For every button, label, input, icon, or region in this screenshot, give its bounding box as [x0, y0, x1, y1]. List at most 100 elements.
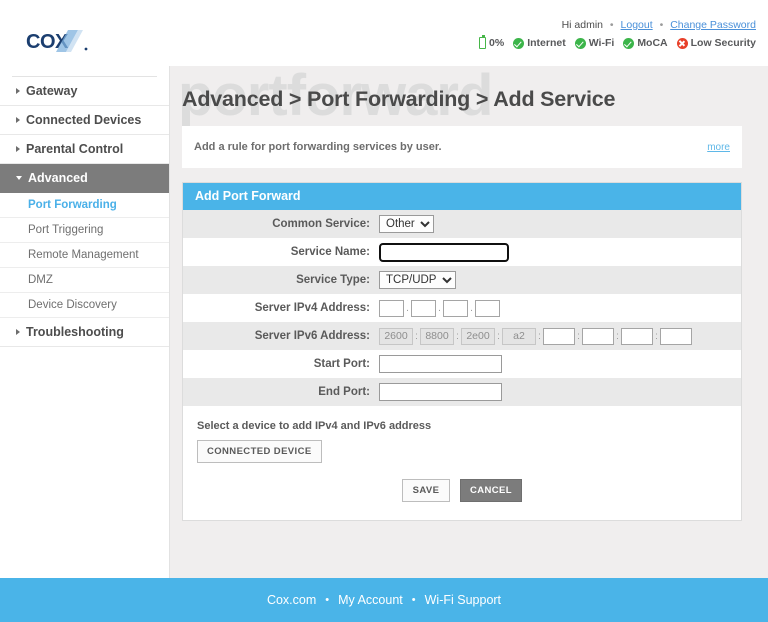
- check-circle-icon: [623, 37, 635, 49]
- chevron-right-icon: [16, 145, 20, 152]
- ipv6-group-8[interactable]: [660, 327, 692, 345]
- sidebar-item-dmz[interactable]: DMZ: [0, 268, 169, 293]
- sidebar-item-label: Device Discovery: [28, 299, 117, 311]
- status-security: Low Security: [676, 37, 756, 49]
- ipv6-separator: :: [538, 330, 541, 342]
- sidebar-item-advanced[interactable]: Advanced: [0, 164, 169, 193]
- sidebar-item-gateway[interactable]: Gateway: [0, 77, 169, 106]
- separator-dot: •: [609, 19, 614, 31]
- sidebar-item-label: Troubleshooting: [26, 325, 124, 339]
- page-footer: Cox.com • My Account • Wi-Fi Support: [0, 578, 768, 622]
- end-port-input[interactable]: [379, 383, 502, 401]
- sidebar-item-device-discovery[interactable]: Device Discovery: [0, 293, 169, 318]
- ipv4-separator: .: [406, 302, 409, 314]
- check-circle-icon: [513, 37, 525, 49]
- ipv4-octet-1[interactable]: [379, 299, 404, 317]
- status-internet: Internet: [513, 37, 566, 49]
- ipv6-group-7[interactable]: [621, 327, 653, 345]
- form-row-common-service: Common Service: Other: [183, 210, 741, 238]
- footer-link-cox-com[interactable]: Cox.com: [267, 593, 316, 607]
- sidebar-item-label: Gateway: [26, 84, 78, 98]
- status-indicator-bar: 0% Internet Wi-Fi MoCA Low Security: [479, 35, 756, 49]
- header-account-area: Hi admin • Logout • Change Password 0% I…: [479, 18, 756, 49]
- ipv6-separator: :: [415, 330, 418, 342]
- ipv4-octet-3[interactable]: [443, 299, 468, 317]
- logout-link[interactable]: Logout: [621, 19, 653, 31]
- service-name-input[interactable]: [378, 241, 510, 263]
- chevron-right-icon: [16, 328, 20, 335]
- sidebar-item-connected-devices[interactable]: Connected Devices: [0, 106, 169, 135]
- status-label: 0%: [489, 37, 505, 49]
- sidebar-item-parental-control[interactable]: Parental Control: [0, 135, 169, 164]
- page-body: Gateway Connected Devices Parental Contr…: [0, 66, 768, 578]
- form-row-server-ipv6: Server IPv6 Address: 2600 : 8800 : 2e00 …: [183, 322, 741, 350]
- ipv6-prefix-4: a2: [502, 327, 536, 345]
- battery-icon: [479, 35, 487, 49]
- form-row-end-port: End Port:: [183, 378, 741, 406]
- sidebar-item-label: Remote Management: [28, 249, 139, 261]
- ipv4-octet-2[interactable]: [411, 299, 436, 317]
- change-password-link[interactable]: Change Password: [670, 19, 756, 31]
- cox-logo[interactable]: COX: [26, 28, 98, 54]
- server-ipv4-label: Server IPv4 Address:: [254, 302, 370, 314]
- page-title: Advanced > Port Forwarding > Add Service: [182, 87, 616, 111]
- start-port-input[interactable]: [379, 355, 502, 373]
- service-name-label: Service Name:: [290, 246, 370, 258]
- sidebar-item-port-forwarding[interactable]: Port Forwarding: [0, 193, 169, 218]
- chevron-down-icon: [16, 176, 22, 180]
- status-label: Internet: [527, 37, 566, 49]
- cancel-button[interactable]: CANCEL: [460, 479, 522, 502]
- select-device-note: Select a device to add IPv4 and IPv6 add…: [197, 420, 432, 432]
- server-ipv6-label: Server IPv6 Address:: [254, 330, 370, 342]
- status-label: MoCA: [637, 37, 668, 49]
- sidebar-item-label: Port Forwarding: [28, 199, 117, 211]
- form-row-service-type: Service Type: TCP/UDP: [183, 266, 741, 294]
- ipv4-separator: .: [438, 302, 441, 314]
- sidebar-item-label: Connected Devices: [26, 113, 142, 127]
- end-port-label: End Port:: [318, 386, 370, 398]
- ipv4-separator: .: [470, 302, 473, 314]
- ipv4-octet-4[interactable]: [475, 299, 500, 317]
- footer-link-my-account[interactable]: My Account: [338, 593, 403, 607]
- account-line: Hi admin • Logout • Change Password: [479, 18, 756, 32]
- ipv6-prefix-3: 2e00: [461, 327, 495, 345]
- panel-action-buttons: SAVE CANCEL: [183, 463, 741, 520]
- connected-device-button[interactable]: CONNECTED DEVICE: [197, 440, 322, 463]
- sidebar-item-troubleshooting[interactable]: Troubleshooting: [0, 318, 169, 347]
- ipv6-prefix-1: 2600: [379, 327, 413, 345]
- service-type-select[interactable]: TCP/UDP: [379, 271, 456, 289]
- sidebar-item-label: DMZ: [28, 274, 53, 286]
- ipv6-group-6[interactable]: [582, 327, 614, 345]
- separator-dot: •: [325, 594, 330, 606]
- form-row-server-ipv4: Server IPv4 Address: . . .: [183, 294, 741, 322]
- separator-dot: •: [411, 594, 416, 606]
- status-label: Wi-Fi: [588, 37, 615, 49]
- chevron-right-icon: [16, 116, 20, 123]
- common-service-label: Common Service:: [272, 218, 370, 230]
- status-wifi: Wi-Fi: [574, 37, 615, 49]
- form-row-start-port: Start Port:: [183, 350, 741, 378]
- ipv6-separator: :: [456, 330, 459, 342]
- info-text: Add a rule for port forwarding services …: [194, 141, 442, 153]
- common-service-select[interactable]: Other: [379, 215, 434, 233]
- sidebar-item-label: Port Triggering: [28, 224, 104, 236]
- status-moca: MoCA: [623, 37, 668, 49]
- add-port-forward-panel: Add Port Forward Common Service: Other S…: [182, 182, 742, 521]
- service-type-label: Service Type:: [296, 274, 370, 286]
- sidebar-nav: Gateway Connected Devices Parental Contr…: [0, 66, 170, 578]
- save-button[interactable]: SAVE: [402, 479, 450, 502]
- sidebar-item-port-triggering[interactable]: Port Triggering: [0, 218, 169, 243]
- ipv6-separator: :: [497, 330, 500, 342]
- main-content: portforward Advanced > Port Forwarding >…: [170, 66, 768, 578]
- form-row-service-name: Service Name:: [183, 238, 741, 266]
- status-label: Low Security: [690, 37, 756, 49]
- status-battery: 0%: [479, 35, 505, 49]
- footer-link-wifi-support[interactable]: Wi-Fi Support: [425, 593, 501, 607]
- ipv6-group-5[interactable]: [543, 327, 575, 345]
- greeting-text: Hi admin: [561, 19, 603, 31]
- sidebar-item-remote-management[interactable]: Remote Management: [0, 243, 169, 268]
- more-link[interactable]: more: [707, 142, 730, 153]
- ipv6-separator: :: [655, 330, 658, 342]
- ipv6-separator: :: [577, 330, 580, 342]
- panel-title: Add Port Forward: [183, 183, 741, 210]
